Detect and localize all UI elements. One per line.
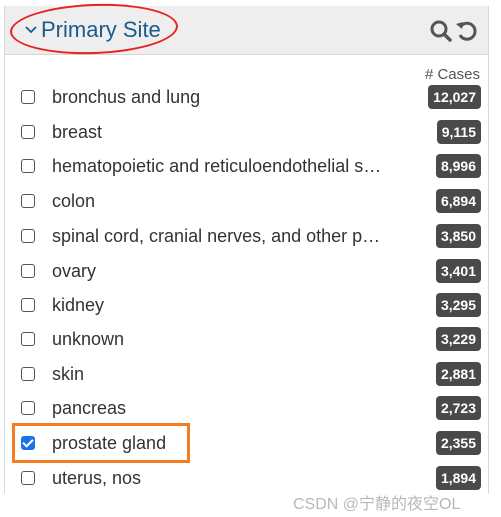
facet-item-label[interactable]: kidney	[52, 295, 104, 316]
case-count-badge: 6,894	[435, 189, 481, 213]
facet-row[interactable]: breast 9,115	[21, 117, 481, 147]
facet-checkbox[interactable]	[21, 125, 35, 139]
case-count-badge: 3,850	[435, 224, 481, 248]
facet-item-label[interactable]: pancreas	[52, 398, 126, 419]
facet-item-label[interactable]: ovary	[52, 261, 96, 282]
facet-checkbox[interactable]	[21, 194, 35, 208]
reset-icon[interactable]	[454, 18, 480, 44]
facet-checkbox[interactable]	[21, 332, 35, 346]
facet-checkbox[interactable]	[21, 264, 35, 278]
case-count-badge: 2,723	[435, 396, 481, 420]
facet-item-label[interactable]: skin	[52, 364, 84, 385]
facet-checkbox[interactable]	[21, 229, 35, 243]
facet-checkbox[interactable]	[21, 298, 35, 312]
cases-column-header: # Cases	[424, 66, 480, 83]
facet-row[interactable]: colon 6,894	[21, 186, 481, 216]
facet-row[interactable]: unknown 3,229	[21, 324, 481, 354]
case-count-badge: 12,027	[428, 85, 481, 109]
facet-row[interactable]: pancreas 2,723	[21, 393, 481, 423]
search-icon[interactable]	[428, 18, 454, 44]
case-count-badge: 8,996	[435, 154, 481, 178]
facet-item-label[interactable]: breast	[52, 122, 102, 143]
case-count-badge: 1,894	[435, 466, 481, 490]
facet-checkbox[interactable]	[21, 471, 35, 485]
watermark: CSDN @宁静的夜空OL	[293, 496, 461, 513]
case-count-badge: 9,115	[436, 120, 481, 144]
facet-item-label[interactable]: uterus, nos	[52, 468, 141, 489]
facet-row[interactable]: skin 2,881	[21, 359, 481, 389]
facet-item-label[interactable]: bronchus and lung	[52, 87, 200, 108]
facet-row[interactable]: spinal cord, cranial nerves, and other p…	[21, 221, 481, 251]
case-count-badge: 3,295	[435, 293, 481, 317]
facet-checkbox[interactable]	[21, 90, 35, 104]
facet-row[interactable]: bronchus and lung 12,027	[21, 82, 481, 112]
facet-row[interactable]: kidney 3,295	[21, 290, 481, 320]
case-count-badge: 2,881	[435, 362, 481, 386]
facet-checkbox[interactable]	[21, 159, 35, 173]
case-count-badge: 3,229	[435, 327, 481, 351]
case-count-badge: 3,401	[435, 259, 481, 283]
facet-item-label[interactable]: colon	[52, 191, 95, 212]
facet-row[interactable]: hematopoietic and reticuloendothelial s……	[21, 151, 481, 181]
highlight-box-annotation	[12, 423, 190, 463]
facet-row[interactable]: uterus, nos 1,894	[21, 463, 481, 493]
primary-site-facet: Primary Site # Cases bronchus and lung 12…	[4, 6, 489, 494]
facet-item-label[interactable]: hematopoietic and reticuloendothelial s…	[52, 156, 381, 177]
facet-row[interactable]: ovary 3,401	[21, 256, 481, 286]
facet-checkbox[interactable]	[21, 367, 35, 381]
facet-item-label[interactable]: unknown	[52, 329, 124, 350]
facet-item-label[interactable]: spinal cord, cranial nerves, and other p…	[52, 226, 380, 247]
case-count-badge: 2,355	[435, 431, 481, 455]
facet-checkbox[interactable]	[21, 401, 35, 415]
